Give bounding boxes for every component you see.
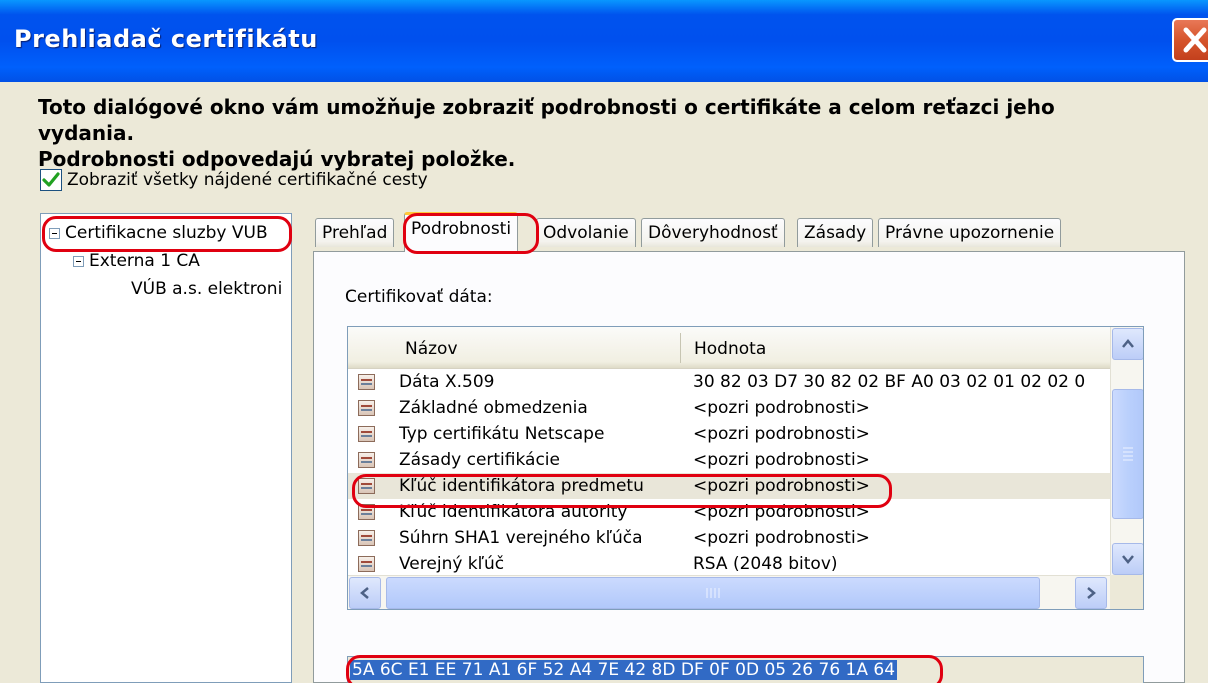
- scroll-right-button[interactable]: [1075, 577, 1107, 609]
- field-value: 30 82 03 D7 30 82 02 BF A0 03 02 01 02 0…: [693, 372, 1086, 392]
- extension-icon: [358, 504, 375, 520]
- field-name: Kľúč identifikátora autority: [399, 502, 628, 522]
- list-row-sha1-public-key-hash[interactable]: Súhrn SHA1 verejného kľúča <pozri podrob…: [348, 525, 1110, 551]
- scroll-down-button[interactable]: [1112, 543, 1143, 575]
- list-row-subject-key-identifier[interactable]: Kľúč identifikátora predmetu <pozri podr…: [348, 473, 1110, 499]
- horizontal-scrollbar[interactable]: [348, 575, 1110, 609]
- field-value: <pozri podrobnosti>: [693, 398, 870, 418]
- field-value: <pozri podrobnosti>: [693, 450, 870, 470]
- description-line-2: Podrobnosti odpovedajú vybratej položke.: [38, 147, 516, 171]
- scroll-up-button[interactable]: [1112, 328, 1143, 360]
- collapse-icon[interactable]: [49, 227, 60, 239]
- critical-extension-icon: [358, 400, 375, 416]
- field-value: RSA (2048 bitov): [693, 554, 838, 574]
- show-all-paths-checkbox[interactable]: [40, 169, 62, 191]
- list-header: Názov Hodnota: [348, 327, 1110, 369]
- certificate-data-label: Certifikovať dáta:: [345, 287, 493, 307]
- list-row-netscape-cert-type[interactable]: Typ certifikátu Netscape <pozri podrobno…: [348, 421, 1110, 447]
- field-value-textbox[interactable]: 5A 6C E1 EE 71 A1 6F 52 A4 7E 42 8D DF 0…: [347, 656, 1144, 683]
- chevron-up-icon: [1122, 339, 1134, 348]
- show-all-paths-label: Zobraziť všetky nájdené certifikačné ces…: [67, 170, 428, 190]
- field-value: <pozri podrobnosti>: [693, 476, 870, 496]
- extension-icon: [358, 478, 375, 494]
- binary-data-icon: [358, 374, 375, 390]
- vertical-scroll-thumb[interactable]: [1112, 389, 1143, 519]
- extension-icon: [358, 426, 375, 442]
- column-divider[interactable]: [680, 333, 681, 363]
- description-line-1: Toto dialógové okno vám umožňuje zobrazi…: [38, 95, 1055, 145]
- tab-revocation[interactable]: Odvolanie: [536, 218, 636, 247]
- field-name: Zásady certifikácie: [399, 450, 560, 470]
- field-name: Základné obmedzenia: [399, 398, 588, 418]
- tree-item-label: VÚB a.s. elektroni: [131, 279, 283, 299]
- extension-icon: [358, 452, 375, 468]
- window-title: Prehliadač certifikátu: [14, 25, 318, 53]
- list-row-authority-key-identifier[interactable]: Kľúč identifikátora autority <pozri podr…: [348, 499, 1110, 525]
- list-row-public-key[interactable]: Verejný kľúč RSA (2048 bitov): [348, 551, 1110, 577]
- tree-item-root[interactable]: Certifikacne sluzby VUB: [49, 223, 268, 243]
- field-value: <pozri podrobnosti>: [693, 424, 870, 444]
- tab-policies[interactable]: Zásady: [797, 218, 874, 247]
- field-value: <pozri podrobnosti>: [693, 502, 870, 522]
- scroll-left-button[interactable]: [349, 577, 381, 609]
- field-name: Súhrn SHA1 verejného kľúča: [399, 528, 643, 548]
- title-bar[interactable]: Prehliadač certifikátu: [0, 0, 1208, 82]
- field-value: <pozri podrobnosti>: [693, 528, 870, 548]
- column-header-name[interactable]: Názov: [405, 339, 458, 359]
- close-button[interactable]: [1172, 18, 1208, 62]
- field-name: Dáta X.509: [399, 372, 495, 392]
- horizontal-scroll-thumb[interactable]: [386, 577, 1040, 609]
- list-rows: Dáta X.509 30 82 03 D7 30 82 02 BF A0 03…: [348, 369, 1110, 577]
- field-name: Typ certifikátu Netscape: [399, 424, 605, 444]
- certification-path-tree[interactable]: Certifikacne sluzby VUB Externa 1 CA VÚB…: [40, 213, 292, 683]
- list-row-certificate-policies[interactable]: Zásady certifikácie <pozri podrobnosti>: [348, 447, 1110, 473]
- field-name: Verejný kľúč: [399, 554, 505, 574]
- tab-overview[interactable]: Prehľad: [315, 218, 395, 247]
- vertical-scrollbar[interactable]: [1110, 327, 1143, 609]
- checkmark-icon: [42, 172, 60, 187]
- field-icon: [358, 556, 375, 572]
- certificate-fields-list[interactable]: Názov Hodnota Dáta X.509 30 82 03 D7 30 …: [347, 326, 1144, 610]
- tree-item-intermediate[interactable]: Externa 1 CA: [73, 251, 200, 271]
- grip-icon: [1123, 447, 1133, 461]
- tab-legal-notice[interactable]: Právne upozornenie: [878, 218, 1062, 247]
- chevron-down-icon: [1122, 555, 1134, 564]
- field-value-selected-text[interactable]: 5A 6C E1 EE 71 A1 6F 52 A4 7E 42 8D DF 0…: [350, 660, 898, 680]
- scrollbar-corner: [1110, 575, 1143, 609]
- chevron-left-icon: [360, 587, 369, 599]
- tab-trust[interactable]: Dôveryhodnosť: [641, 218, 785, 247]
- tree-item-label: Externa 1 CA: [89, 251, 200, 271]
- field-icon: [358, 530, 375, 546]
- dialog-description: Toto dialógové okno vám umožňuje zobrazi…: [38, 94, 1138, 172]
- tree-item-leaf[interactable]: VÚB a.s. elektroni: [131, 279, 282, 299]
- list-row-x509-data[interactable]: Dáta X.509 30 82 03 D7 30 82 02 BF A0 03…: [348, 369, 1110, 395]
- collapse-icon[interactable]: [73, 255, 84, 267]
- tab-details[interactable]: Podrobnosti: [404, 212, 519, 252]
- column-header-value[interactable]: Hodnota: [694, 339, 766, 359]
- close-icon: [1183, 27, 1207, 53]
- field-name: Kľúč identifikátora predmetu: [399, 476, 644, 496]
- chevron-right-icon: [1087, 587, 1096, 599]
- tree-item-label: Certifikacne sluzby VUB: [65, 223, 268, 243]
- list-row-basic-constraints[interactable]: Základné obmedzenia <pozri podrobnosti>: [348, 395, 1110, 421]
- grip-icon: [706, 588, 720, 598]
